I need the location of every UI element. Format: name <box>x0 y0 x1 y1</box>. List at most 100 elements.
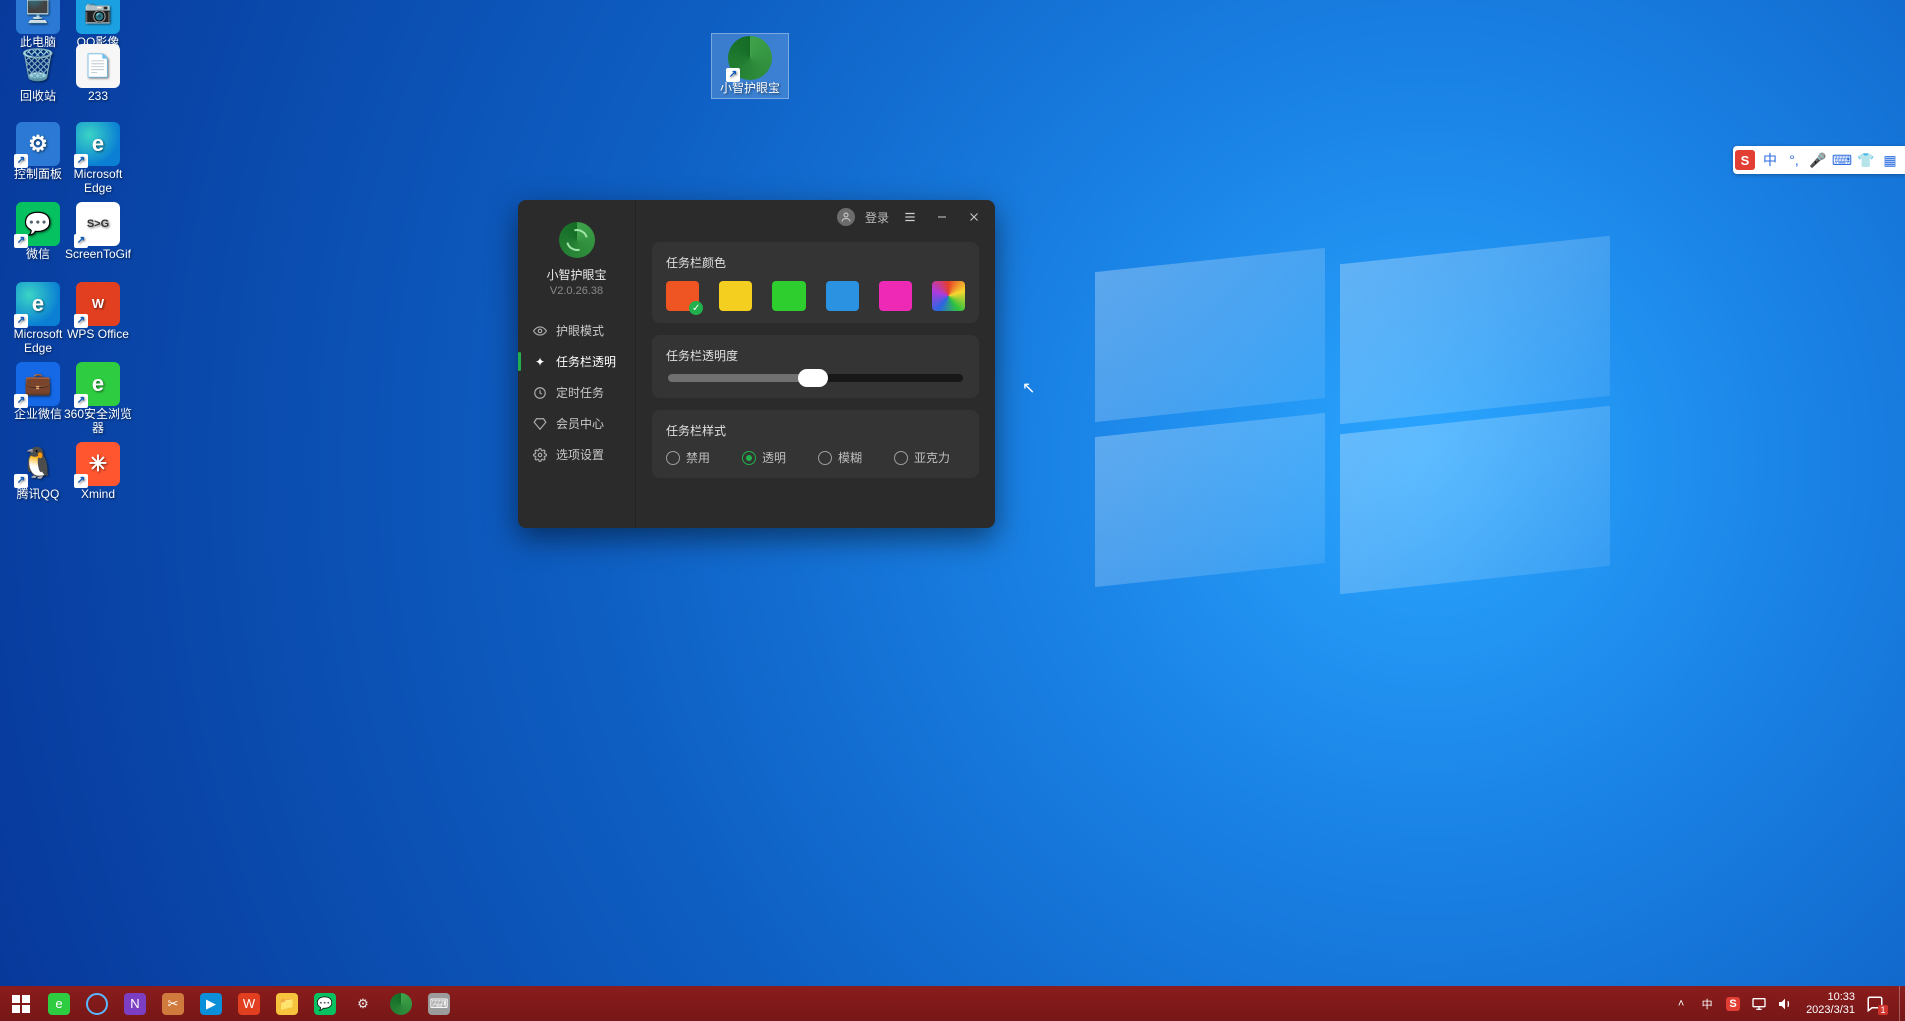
sogou-mic-icon[interactable]: 🎤 <box>1809 151 1827 169</box>
color-swatch-magenta[interactable] <box>879 281 912 311</box>
card-taskbar-opacity: 任务栏透明度 <box>652 335 979 398</box>
nav-label: 护眼模式 <box>556 322 604 339</box>
opacity-slider-thumb[interactable] <box>798 369 828 387</box>
radio-style-transparent[interactable]: 透明 <box>742 449 786 466</box>
taskbar: e N ✂ ▶ W 📁 💬 ⚙ ⌨ ˄ 中 S 10:33 2023/3/31 <box>0 986 1905 1021</box>
nav-settings[interactable]: 选项设置 <box>518 439 635 470</box>
desktop-icon-label: 小智护眼宝 <box>720 82 780 96</box>
show-desktop-button[interactable] <box>1899 986 1905 1021</box>
nav-label: 会员中心 <box>556 415 604 432</box>
taskbar-app-winsettings[interactable]: ⚙ <box>346 986 380 1021</box>
taskbar-app-snip[interactable]: ✂ <box>156 986 190 1021</box>
taskbar-app-qqplayer[interactable]: ▶ <box>194 986 228 1021</box>
opacity-slider-track[interactable] <box>668 374 963 382</box>
tray-action-center[interactable]: 1 <box>1865 986 1895 1021</box>
nav-taskbar-transparency[interactable]: ✦ 任务栏透明 <box>518 346 635 377</box>
taskbar-app-wps[interactable]: W <box>232 986 266 1021</box>
card-taskbar-style: 任务栏样式 禁用 透明 模糊 <box>652 410 979 478</box>
tray-time: 10:33 <box>1827 991 1855 1003</box>
nav-vip[interactable]: 会员中心 <box>518 408 635 439</box>
sogou-lang-toggle[interactable]: 中 <box>1761 151 1779 169</box>
desktop-icon-label: 腾讯QQ <box>17 488 60 502</box>
taskbar-app-cortana[interactable] <box>80 986 114 1021</box>
app-window: 登录 小智护眼宝 V2.0.26.38 护眼模式 <box>518 200 995 528</box>
radio-label: 亚克力 <box>914 449 950 466</box>
desktop-icon-label: 控制面板 <box>14 168 62 182</box>
cursor-icon: ↖ <box>1022 378 1035 398</box>
color-swatch-blue[interactable] <box>826 281 859 311</box>
tray-ime-lang[interactable]: 中 <box>1696 990 1718 1018</box>
sogou-ime-toolbar[interactable]: S 中 °, 🎤 ⌨ 👕 ▦ <box>1733 146 1905 174</box>
desktop-icon-label: WPS Office <box>67 328 129 342</box>
radio-style-blur[interactable]: 模糊 <box>818 449 862 466</box>
sparkle-icon: ✦ <box>532 354 548 370</box>
radio-label: 模糊 <box>838 449 862 466</box>
login-button[interactable]: 登录 <box>865 209 889 226</box>
radio-icon <box>894 451 908 465</box>
nav-timer[interactable]: 定时任务 <box>518 377 635 408</box>
desktop-icon-label: Microsoft Edge <box>62 168 134 196</box>
desktop-icon-label: 企业微信 <box>14 408 62 422</box>
desktop-icon-edge-1[interactable]: e↗ Microsoft Edge <box>62 122 134 196</box>
app-name: 小智护眼宝 <box>546 266 606 283</box>
desktop-icon-wps[interactable]: W↗ WPS Office <box>62 282 134 342</box>
start-button[interactable] <box>4 986 38 1021</box>
taskbar-app-wechat[interactable]: 💬 <box>308 986 342 1021</box>
gear-icon <box>532 447 548 463</box>
radio-style-acrylic[interactable]: 亚克力 <box>894 449 950 466</box>
color-swatch-yellow[interactable] <box>719 281 752 311</box>
radio-icon <box>818 451 832 465</box>
eye-icon <box>532 323 548 339</box>
color-swatch-green[interactable] <box>772 281 805 311</box>
minimize-button[interactable] <box>931 206 953 228</box>
sogou-logo-icon[interactable]: S <box>1735 150 1755 170</box>
desktop-icon-qq-photo[interactable]: 📷 QQ影像 <box>62 0 134 50</box>
tray-overflow-chevron-icon[interactable]: ˄ <box>1670 990 1692 1018</box>
tray-sogou-icon[interactable]: S <box>1722 990 1744 1018</box>
card-taskbar-color: 任务栏颜色 <box>652 242 979 323</box>
desktop-icon-label: 233 <box>88 90 108 104</box>
color-swatch-orange[interactable] <box>666 281 699 311</box>
radio-style-disable[interactable]: 禁用 <box>666 449 710 466</box>
desktop-icon-233-txt[interactable]: 📄 233 <box>62 44 134 104</box>
card-title: 任务栏样式 <box>666 422 965 439</box>
radio-icon <box>742 451 756 465</box>
tray-volume-icon[interactable] <box>1774 990 1796 1018</box>
desktop-icon-app-shortcut[interactable]: ↗ 小智护眼宝 <box>712 34 788 98</box>
sogou-toolbox-icon[interactable]: ▦ <box>1881 151 1899 169</box>
tray-clock[interactable]: 10:33 2023/3/31 <box>1800 991 1861 1015</box>
desktop-icon-label: 360安全浏览器 <box>62 408 134 436</box>
card-title: 任务栏颜色 <box>666 254 965 271</box>
desktop-icon-xmind[interactable]: ✳↗ Xmind <box>62 442 134 502</box>
close-button[interactable] <box>963 206 985 228</box>
desktop[interactable]: 🖥️ 此电脑 📷 QQ影像 🗑️ 回收站 📄 233 ⚙↗ 控制面板 e↗ Mi… <box>0 0 1905 1021</box>
windows-logo-icon <box>12 995 30 1013</box>
titlebar[interactable]: 登录 <box>837 200 995 234</box>
radio-label: 禁用 <box>686 449 710 466</box>
taskbar-app-eye-protector[interactable] <box>384 986 418 1021</box>
menu-button[interactable] <box>899 206 921 228</box>
nav-label: 任务栏透明 <box>556 353 616 370</box>
radio-icon <box>666 451 680 465</box>
nav-eye-mode[interactable]: 护眼模式 <box>518 315 635 346</box>
taskbar-app-explorer[interactable]: 📁 <box>270 986 304 1021</box>
tray-network-icon[interactable] <box>1748 990 1770 1018</box>
taskbar-app-touch-keyboard[interactable]: ⌨ <box>422 986 456 1021</box>
desktop-icon-360-browser[interactable]: e↗ 360安全浏览器 <box>62 362 134 436</box>
app-version: V2.0.26.38 <box>550 285 603 297</box>
avatar-icon[interactable] <box>837 208 855 226</box>
sogou-keyboard-icon[interactable]: ⌨ <box>1833 151 1851 169</box>
sogou-punct-icon[interactable]: °, <box>1785 151 1803 169</box>
desktop-icon-label: 回收站 <box>20 90 56 104</box>
nav-label: 选项设置 <box>556 446 604 463</box>
sogou-skin-icon[interactable]: 👕 <box>1857 151 1875 169</box>
taskbar-app-360[interactable]: e <box>42 986 76 1021</box>
app-content: 任务栏颜色 任务栏透明度 任务栏样式 <box>636 200 995 528</box>
diamond-icon <box>532 416 548 432</box>
desktop-icon-screentogif[interactable]: S>G↗ ScreenToGif <box>62 202 134 262</box>
card-title: 任务栏透明度 <box>666 347 965 364</box>
app-logo-icon <box>559 222 595 258</box>
color-swatch-custom[interactable] <box>932 281 965 311</box>
taskbar-app-onenote[interactable]: N <box>118 986 152 1021</box>
nav-label: 定时任务 <box>556 384 604 401</box>
